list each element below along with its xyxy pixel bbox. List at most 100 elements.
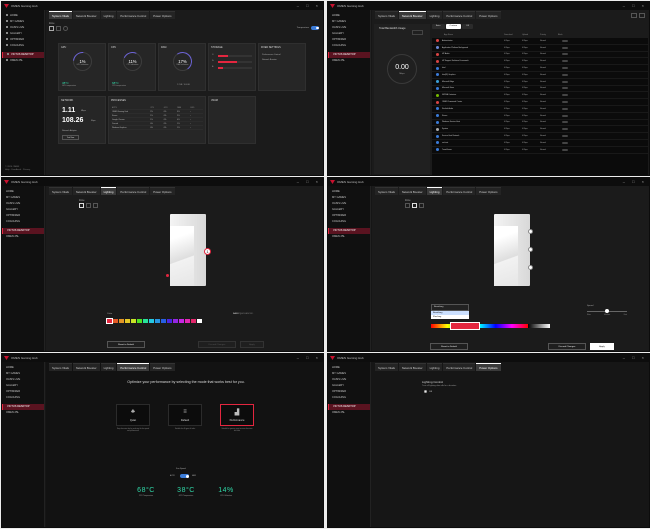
tab-lighting[interactable]: Lighting	[426, 11, 443, 19]
tab-lighting[interactable]: Lighting	[426, 187, 443, 195]
app-bandwidth-row[interactable]: NVIDIA Container 0 Kbps 0 Kbps Normal	[432, 92, 648, 100]
block-toggle[interactable]	[562, 107, 568, 110]
window-controls[interactable]: – □ ×	[623, 354, 647, 362]
window-controls[interactable]: – □ ×	[297, 2, 321, 10]
app-priority[interactable]: Normal	[540, 142, 558, 144]
tab-lighting[interactable]: Lighting	[100, 363, 117, 371]
color-swatch[interactable]	[106, 318, 113, 324]
app-bandwidth-row[interactable]: Microsoft Store 0 Kbps 0 Kbps Normal	[432, 86, 648, 93]
app-bandwidth-row[interactable]: TeamViewer 0 Kbps 0 Kbps Normal	[432, 147, 648, 154]
mode-auto[interactable]: Auto	[432, 24, 445, 29]
effect-dropdown-value[interactable]: Breathing	[431, 304, 469, 311]
color-swatch[interactable]	[137, 319, 142, 323]
sidebar-item-device2[interactable]: OMEN 25L	[328, 58, 370, 64]
radio-icon[interactable]	[424, 390, 427, 393]
mode-card-quiet[interactable]: ♣ Quiet	[116, 404, 150, 426]
block-toggle[interactable]	[562, 128, 568, 131]
end-task-icon[interactable]: ▪	[190, 122, 203, 125]
reset-default-button[interactable]: Reset to Default	[430, 343, 468, 350]
apply-button[interactable]: Apply	[590, 343, 614, 350]
block-toggle[interactable]	[562, 53, 568, 56]
block-toggle[interactable]	[562, 114, 568, 117]
color-swatch[interactable]	[125, 319, 130, 323]
fixed-setting-perf[interactable]: Performance Control	[262, 54, 280, 56]
app-bandwidth-row[interactable]: Service Host Network 0 Kbps 0 Kbps Normal	[432, 133, 648, 140]
sidebar-item-coaching[interactable]: COACHING	[328, 43, 370, 49]
tab-performance-control[interactable]: Performance Control	[117, 187, 150, 195]
sidebar-item-device2[interactable]: OMEN 25L	[2, 410, 44, 416]
block-toggle[interactable]	[562, 67, 568, 70]
mode-off[interactable]: Off	[462, 24, 473, 29]
tower-zone-icon[interactable]	[405, 203, 410, 208]
app-priority[interactable]: Normal	[540, 47, 558, 49]
brightness-slider[interactable]	[528, 324, 550, 328]
app-bandwidth-row[interactable]: Application Platform Background 0 Kbps 0 K…	[432, 45, 648, 52]
basic-advanced-toggle[interactable]: BASIC | ADVANCED	[233, 313, 253, 315]
tab-network-booster[interactable]: Network Booster	[72, 187, 100, 195]
search-icon[interactable]	[412, 203, 417, 208]
app-priority[interactable]: Normal	[540, 67, 558, 69]
discard-changes-button[interactable]: Discard Changes	[548, 343, 586, 350]
refresh-icon[interactable]	[631, 13, 637, 18]
tab-system-vitals[interactable]: System Vitals	[375, 187, 398, 195]
tab-system-vitals[interactable]: System Vitals	[49, 363, 72, 371]
zone-marker-2-icon[interactable]	[528, 247, 533, 252]
block-toggle[interactable]	[562, 101, 568, 104]
effect-option-flashing[interactable]: Flashing	[431, 315, 469, 319]
mode-card-default[interactable]: ≡ Default	[168, 404, 202, 426]
tab-lighting[interactable]: Lighting	[100, 187, 117, 195]
tab-performance-control[interactable]: Performance Control	[443, 363, 476, 371]
app-bandwidth-row[interactable]: OMEN Command Center 0 Kbps 0 Kbps Normal	[432, 99, 648, 106]
app-bandwidth-row[interactable]: Windows Service Host 0 Kbps 0 Kbps Normal	[432, 120, 648, 127]
app-priority[interactable]: Normal	[540, 115, 558, 117]
zone-icon[interactable]	[93, 203, 98, 208]
app-bandwidth-row[interactable]: System 0 Kbps 0 Kbps Normal	[432, 126, 648, 134]
window-controls[interactable]: – □ ×	[623, 178, 647, 186]
fixed-setting-network[interactable]: Network Booster	[262, 59, 277, 61]
reset-default-button[interactable]: Reset to Default	[107, 341, 145, 348]
sidebar-item-coaching[interactable]: COACHING	[328, 395, 370, 401]
block-toggle[interactable]	[562, 73, 568, 76]
tab-power-options[interactable]: Power Options	[476, 187, 501, 195]
tower-view-icon[interactable]	[49, 26, 54, 31]
app-bandwidth-row[interactable]: Intel(R) Graphics 0 Kbps 0 Kbps Normal	[432, 72, 648, 79]
app-bandwidth-row[interactable]: HP Support Solutions Framework 0 Kbps 0 Kb…	[432, 58, 648, 66]
app-priority[interactable]: Normal	[540, 135, 558, 137]
sidebar-item-coaching[interactable]: COACHING	[2, 219, 44, 225]
color-swatch[interactable]	[185, 319, 190, 323]
color-swatch[interactable]	[113, 319, 118, 323]
tab-network-booster[interactable]: Network Booster	[72, 11, 100, 19]
search-icon[interactable]	[86, 203, 91, 208]
block-toggle[interactable]	[562, 60, 568, 63]
speed-slider-thumb[interactable]	[605, 309, 609, 313]
bandwidth-filter[interactable]	[412, 30, 423, 35]
app-priority[interactable]: Normal	[540, 60, 558, 62]
color-swatch[interactable]	[131, 319, 136, 323]
color-swatch[interactable]	[161, 319, 166, 323]
app-bandwidth-row[interactable]: Microsoft Edge 0 Kbps 0 Kbps Normal	[432, 79, 648, 86]
refresh-icon[interactable]	[63, 26, 68, 31]
app-priority[interactable]: Normal	[540, 94, 558, 96]
block-toggle[interactable]	[562, 141, 568, 144]
app-bandwidth-row[interactable]: Realtek Audio 0 Kbps 0 Kbps Normal	[432, 106, 648, 113]
net-test-button[interactable]: Test Now	[62, 135, 79, 140]
block-toggle[interactable]	[562, 135, 568, 138]
window-controls[interactable]: – □ ×	[297, 178, 321, 186]
lighting-off-option[interactable]: Off	[424, 390, 432, 393]
zone-icon[interactable]	[419, 203, 424, 208]
tab-power-options[interactable]: Power Options	[150, 187, 175, 195]
tab-network-booster[interactable]: Network Booster	[398, 11, 426, 19]
color-swatch[interactable]	[197, 319, 202, 323]
tab-system-vitals[interactable]: System Vitals	[375, 11, 398, 19]
app-bandwidth-row[interactable]: Steam 0 Kbps 0 Kbps Normal	[432, 113, 648, 120]
sidebar-item-device2[interactable]: OMEN 25L	[2, 58, 44, 64]
color-swatch[interactable]	[143, 319, 148, 323]
block-toggle[interactable]	[562, 121, 568, 124]
color-swatch[interactable]	[191, 319, 196, 323]
end-task-icon[interactable]: ▪	[190, 126, 203, 129]
tab-power-options[interactable]: Power Options	[476, 11, 501, 19]
end-task-icon[interactable]: ▪	[190, 114, 203, 117]
selected-color-swatch[interactable]	[450, 322, 480, 330]
tab-lighting[interactable]: Lighting	[100, 11, 117, 19]
app-priority[interactable]: Normal	[540, 40, 558, 42]
